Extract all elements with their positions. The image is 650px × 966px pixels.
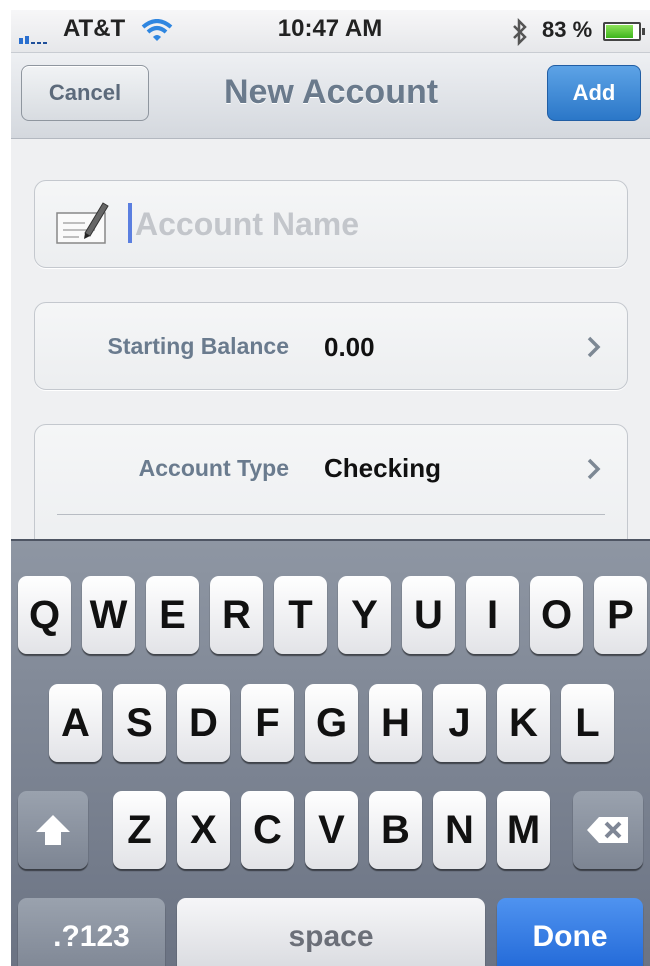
battery-percent: 83 % — [542, 17, 593, 42]
chevron-right-icon — [587, 336, 601, 358]
key-c[interactable]: C — [241, 791, 294, 869]
cancel-button[interactable]: Cancel — [21, 65, 149, 121]
battery-level — [606, 25, 633, 38]
row-divider — [57, 514, 605, 515]
key-z[interactable]: Z — [113, 791, 166, 869]
key-f[interactable]: F — [241, 684, 294, 762]
starting-balance-value: 0.00 — [324, 332, 375, 362]
shift-icon — [36, 815, 70, 845]
iphone-screen: AT&T 10:47 AM 83 % Cancel New Account Ad… — [11, 10, 650, 966]
account-type-value: Checking — [324, 453, 442, 483]
key-h[interactable]: H — [369, 684, 422, 762]
account-type-row[interactable]: Account Type Checking — [35, 425, 627, 513]
account-type-label: Account Type — [138, 455, 289, 481]
signal-icon — [19, 26, 49, 44]
space-key[interactable]: space — [177, 898, 485, 966]
key-u[interactable]: U — [402, 576, 455, 654]
key-i[interactable]: I — [466, 576, 519, 654]
key-g[interactable]: G — [305, 684, 358, 762]
key-v[interactable]: V — [305, 791, 358, 869]
edit-check-icon — [56, 202, 109, 244]
key-t[interactable]: T — [274, 576, 327, 654]
backspace-key[interactable] — [573, 791, 643, 869]
starting-balance-row[interactable]: Starting Balance 0.00 — [34, 302, 628, 390]
key-k[interactable]: K — [497, 684, 550, 762]
key-m[interactable]: M — [497, 791, 550, 869]
key-w[interactable]: W — [82, 576, 135, 654]
key-b[interactable]: B — [369, 791, 422, 869]
key-q[interactable]: Q — [18, 576, 71, 654]
key-j[interactable]: J — [433, 684, 486, 762]
key-n[interactable]: N — [433, 791, 486, 869]
key-r[interactable]: R — [210, 576, 263, 654]
text-cursor — [128, 203, 132, 243]
navigation-bar: Cancel New Account Add — [11, 53, 650, 139]
shift-key[interactable] — [18, 791, 88, 869]
key-s[interactable]: S — [113, 684, 166, 762]
keyboard: QWERTYUIOP ASDFGHJKL ZXCVBNM .?123 space… — [11, 539, 650, 966]
page-title: New Account — [223, 73, 439, 111]
clock: 10:47 AM — [277, 15, 383, 42]
key-d[interactable]: D — [177, 684, 230, 762]
key-y[interactable]: Y — [338, 576, 391, 654]
wifi-icon — [141, 19, 173, 41]
numbers-key[interactable]: .?123 — [18, 898, 165, 966]
status-bar: AT&T 10:47 AM 83 % — [11, 10, 650, 53]
add-button[interactable]: Add — [547, 65, 641, 121]
account-name-input[interactable] — [135, 201, 595, 247]
carrier-label: AT&T — [63, 15, 126, 42]
backspace-icon — [587, 817, 628, 843]
key-x[interactable]: X — [177, 791, 230, 869]
key-l[interactable]: L — [561, 684, 614, 762]
account-name-cell[interactable] — [34, 180, 628, 268]
key-e[interactable]: E — [146, 576, 199, 654]
starting-balance-label: Starting Balance — [107, 333, 290, 359]
key-o[interactable]: O — [530, 576, 583, 654]
done-key[interactable]: Done — [497, 898, 643, 966]
bluetooth-icon — [513, 18, 527, 46]
chevron-right-icon — [587, 458, 601, 480]
key-a[interactable]: A — [49, 684, 102, 762]
battery-icon — [603, 22, 645, 41]
key-p[interactable]: P — [594, 576, 647, 654]
